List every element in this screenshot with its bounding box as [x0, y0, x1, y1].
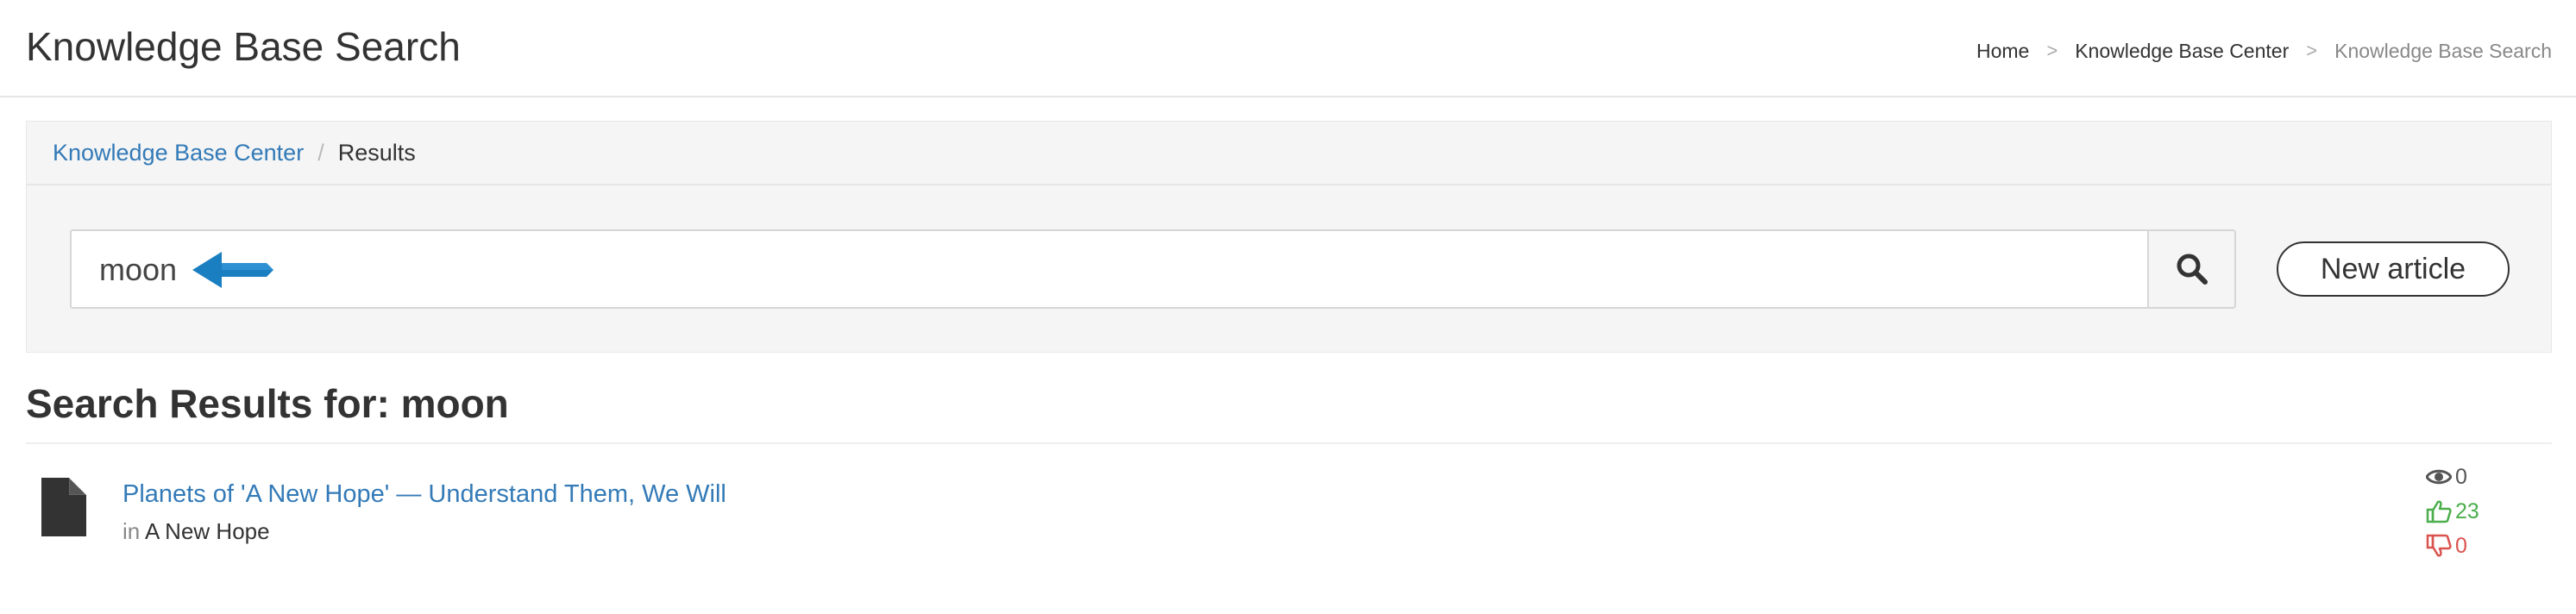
dislikes-stat[interactable]: 0 — [2426, 529, 2529, 563]
new-article-button[interactable]: New article — [2277, 241, 2510, 297]
results-heading: Search Results for: moon — [26, 381, 509, 426]
result-category-prefix: in — [123, 518, 141, 544]
views-stat: 0 — [2426, 460, 2529, 494]
result-category-link[interactable]: A New Hope — [145, 518, 270, 544]
search-button[interactable] — [2147, 229, 2236, 309]
result-stats: 0 23 0 — [2426, 460, 2529, 563]
result-category: in A New Hope — [123, 514, 270, 548]
breadcrumb-knowledge-base-center[interactable]: Knowledge Base Center — [2075, 36, 2289, 66]
search-input[interactable]: moon — [70, 229, 2149, 309]
breadcrumb-current: Knowledge Base Search — [2334, 40, 2552, 62]
top-header: Knowledge Base Search Home > Knowledge B… — [0, 0, 2576, 97]
breadcrumb-separator: > — [2046, 40, 2058, 61]
likes-count: 23 — [2455, 498, 2479, 523]
document-icon — [41, 478, 86, 536]
thumbs-up-icon — [2426, 500, 2452, 523]
breadcrumb-separator: > — [2306, 40, 2318, 61]
dislikes-count: 0 — [2455, 533, 2467, 558]
eye-icon — [2426, 469, 2452, 485]
page-title: Knowledge Base Search — [26, 24, 461, 69]
result-title-link[interactable]: Planets of 'A New Hope' — Understand The… — [123, 476, 726, 512]
arrow-left-icon — [192, 252, 273, 288]
search-input-value: moon — [99, 252, 178, 287]
thumbs-down-icon — [2426, 534, 2452, 557]
top-breadcrumb: Home > Knowledge Base Center > Knowledge… — [1976, 36, 2552, 66]
panel-breadcrumb: Knowledge Base Center / Results — [27, 122, 2551, 185]
views-count: 0 — [2455, 464, 2467, 489]
likes-stat[interactable]: 23 — [2426, 494, 2529, 529]
panel-breadcrumb-current: Results — [337, 139, 416, 166]
search-panel: Knowledge Base Center / Results moon New… — [26, 121, 2552, 353]
panel-breadcrumb-separator: / — [317, 139, 324, 166]
panel-breadcrumb-knowledge-base-center[interactable]: Knowledge Base Center — [53, 140, 304, 166]
breadcrumb-home[interactable]: Home — [1976, 36, 2029, 66]
divider — [26, 442, 2552, 444]
search-icon — [2177, 254, 2208, 285]
